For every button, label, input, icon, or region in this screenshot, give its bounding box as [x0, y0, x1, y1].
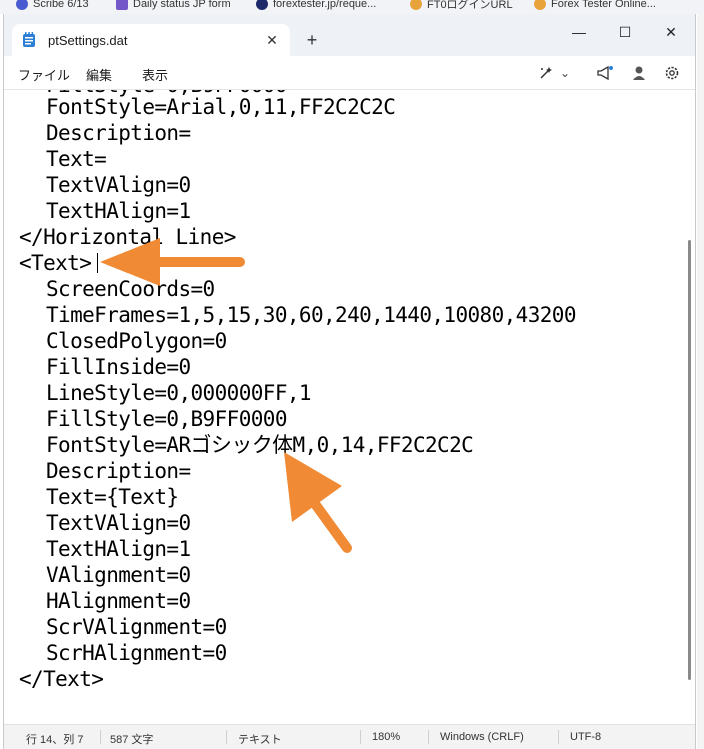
arrow-diagonal-annotation [284, 452, 352, 553]
annotation-overlay [100, 238, 352, 553]
arrow-left-annotation [100, 238, 245, 286]
